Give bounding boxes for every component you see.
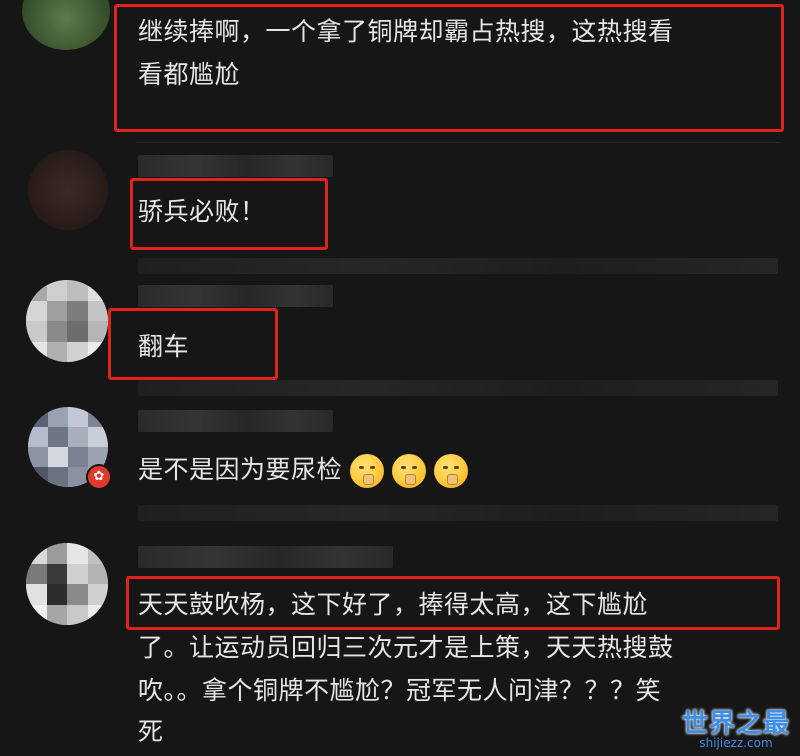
username-blurred[interactable] (138, 546, 393, 568)
comment-text: 死 (138, 717, 164, 746)
username-blurred[interactable] (138, 155, 333, 177)
username-blurred[interactable] (138, 410, 333, 432)
shushing-face-icon (392, 454, 427, 488)
avatar[interactable] (26, 543, 108, 625)
avatar[interactable] (26, 280, 108, 362)
comment-meta-blurred (138, 258, 778, 274)
shushing-face-icon (350, 454, 385, 488)
watermark-logo: 世界之最 (681, 709, 790, 739)
highlight-box (108, 308, 278, 380)
site-watermark: 世界之最 shijiezz.com (682, 703, 790, 750)
comment-text: 吹。。拿个铜牌不尴尬？冠军无人问津？？？笑 (138, 676, 662, 705)
comment-text: 是不是因为要尿检 (138, 450, 469, 490)
comment-text: 了。让运动员回归三次元才是上策，天天热搜鼓 (138, 633, 674, 662)
comment-meta-blurred (138, 505, 778, 521)
highlight-box (114, 4, 784, 132)
comment-text-body: 是不是因为要尿检 (138, 455, 343, 484)
shushing-face-icon (434, 454, 469, 488)
avatar[interactable] (22, 0, 110, 50)
avatar[interactable] (28, 150, 108, 230)
divider (136, 142, 780, 143)
highlight-box (126, 576, 780, 630)
verified-badge-icon: ✿ (86, 464, 112, 490)
highlight-box (130, 178, 328, 250)
comment-meta-blurred (138, 380, 778, 396)
username-blurred[interactable] (138, 285, 333, 307)
